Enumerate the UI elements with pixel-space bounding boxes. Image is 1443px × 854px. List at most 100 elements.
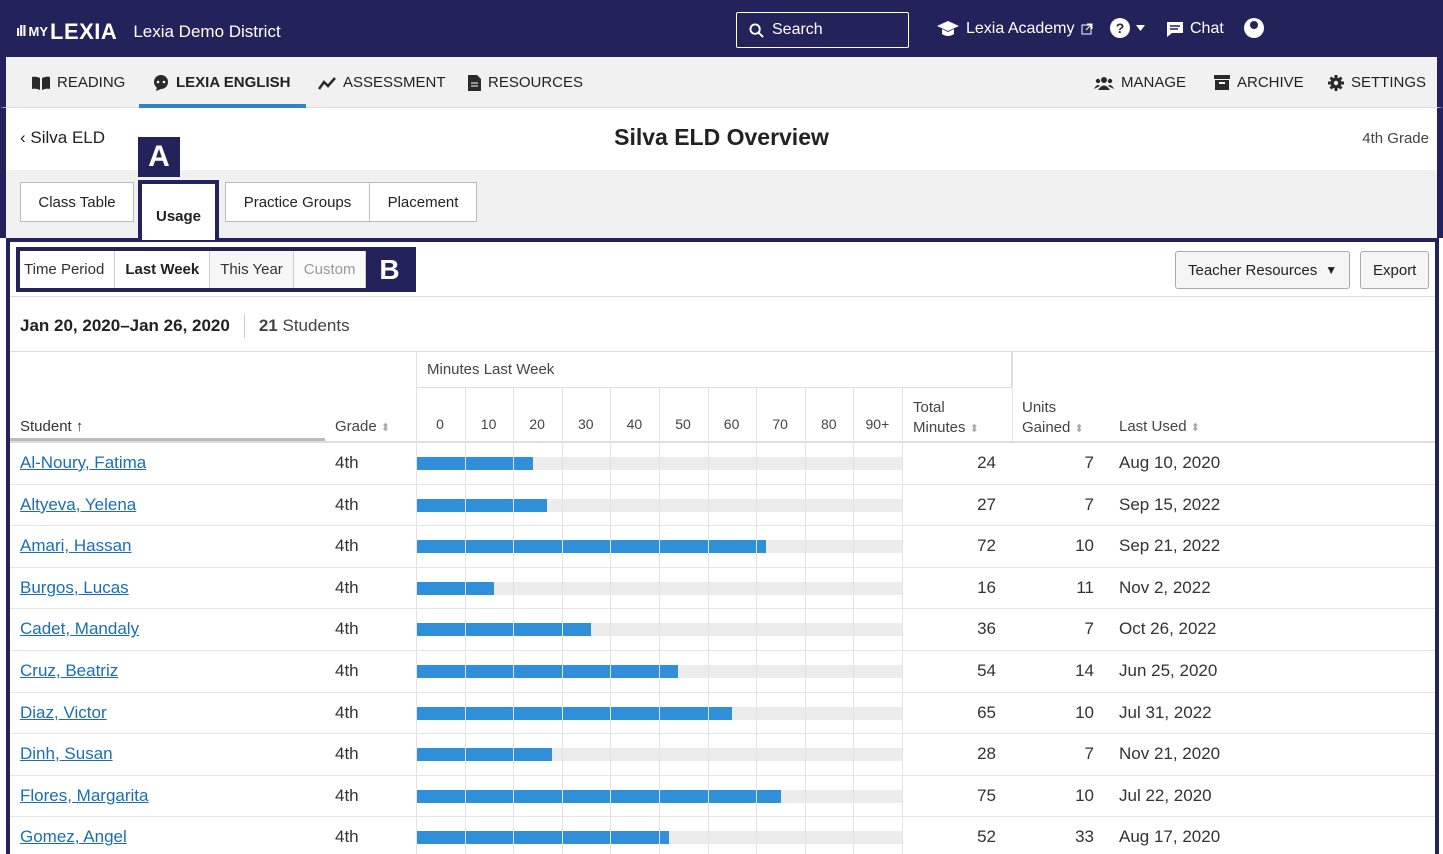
period-this-year[interactable]: This Year [210,251,294,288]
table-row: Diaz, Victor 4th 65 10 Jul 31, 2022 [10,693,1435,735]
minutes-tick-label: 10 [480,416,497,432]
help-menu[interactable]: ? [1110,18,1145,38]
table-row: Gomez, Angel 4th 52 33 Aug 17, 2020 [10,817,1435,854]
student-grade: 4th [335,536,359,556]
minutes-bar [416,457,533,470]
col-total-minutes-header[interactable]: Total Minutes ⬍ [913,398,979,439]
table-row: Amari, Hassan 4th 72 10 Sep 21, 2022 [10,526,1435,568]
teacher-resources-dropdown[interactable]: Teacher Resources ▼ [1175,251,1351,289]
tab-bar: Class Table Usage Practice Groups Placem… [0,170,1443,240]
student-name-link[interactable]: Amari, Hassan [20,536,131,556]
lexia-academy-link[interactable]: Lexia Academy [936,20,1093,38]
chat-button[interactable]: Chat [1166,20,1224,38]
nav-assessment[interactable]: ASSESSMENT [318,57,446,108]
nav-lexia-english[interactable]: LEXIA ENGLISH [138,57,307,108]
nav-lexia-english-label: LEXIA ENGLISH [176,74,291,91]
nav-manage[interactable]: MANAGE [1094,57,1186,108]
archive-box-icon [1214,75,1230,90]
student-name-link[interactable]: Cruz, Beatriz [20,661,118,681]
graduation-cap-icon [937,21,959,36]
student-name-link[interactable]: Al-Noury, Fatima [20,453,146,473]
student-grade: 4th [335,744,359,764]
period-last-week[interactable]: Last Week [115,251,211,288]
help-icon: ? [1110,18,1130,38]
minutes-tick-label: 60 [723,416,740,432]
speech-bubble-icon [154,74,168,91]
last-used-date: Jul 31, 2022 [1119,702,1212,722]
total-minutes: 16 [977,577,996,597]
page-title: Silva ELD Overview [614,124,829,150]
tab-class-table[interactable]: Class Table [20,182,134,222]
student-name-link[interactable]: Dinh, Susan [20,744,113,764]
minutes-bar [416,581,494,595]
page-header: ‹ Silva ELD Silva ELD Overview 4th Grade [0,108,1443,170]
caret-down-icon: ▼ [1325,263,1338,277]
table-row: Burgos, Lucas 4th 16 11 Nov 2, 2022 [10,568,1435,610]
minutes-gridline [659,388,660,854]
student-name-link[interactable]: Altyeva, Yelena [20,495,136,515]
search-button[interactable]: Search [736,12,909,48]
minutes-bar [416,498,548,512]
last-used-date: Oct 26, 2022 [1119,619,1217,639]
last-used-date: Aug 17, 2020 [1119,827,1221,847]
minutes-group-header: Minutes Last Week [416,352,1012,388]
col-last-used-header[interactable]: Last Used ⬍ [1119,418,1200,435]
col-grade-header[interactable]: Grade ⬍ [335,418,390,435]
export-button[interactable]: Export [1360,251,1430,289]
nav-settings[interactable]: SETTINGS [1328,57,1426,108]
minutes-tick-label: 20 [529,416,545,432]
minutes-gridline [756,388,758,854]
chat-icon [1167,21,1183,37]
user-avatar-icon[interactable] [1244,18,1264,38]
tab-usage[interactable]: Usage [138,180,219,240]
last-used-date: Sep 15, 2022 [1119,494,1221,514]
nav-archive[interactable]: ARCHIVE [1214,57,1304,108]
mylexia-logo[interactable]: ıll MY LEXIA [16,19,117,45]
table-row: Cruz, Beatriz 4th 54 14 Jun 25, 2020 [10,651,1435,693]
minutes-gridline [853,388,855,854]
minutes-tick-label: 70 [772,416,788,432]
nav-reading[interactable]: READING [32,57,125,108]
student-grade: 4th [335,577,359,597]
date-range: Jan 20, 2020–Jan 26, 2020 [20,316,230,335]
total-minutes: 36 [977,619,996,639]
student-name-link[interactable]: Burgos, Lucas [20,578,129,598]
student-name-link[interactable]: Flores, Margarita [20,786,148,806]
panel-toolbar: Time Period Last Week This Year Custom B… [10,242,1435,297]
student-name-link[interactable]: Diaz, Victor [20,703,107,723]
minutes-gridline [902,388,903,854]
student-name-link[interactable]: Gomez, Angel [20,827,127,847]
table-row: Altyeva, Yelena 4th 27 7 Sep 15, 2022 [10,485,1435,527]
nav-resources[interactable]: RESOURCES [468,57,583,108]
tab-placement[interactable]: Placement [369,182,477,222]
users-icon [1094,76,1114,90]
minutes-bar [416,623,591,637]
time-period-label: Time Period [20,251,116,288]
student-grade: 4th [335,785,359,805]
col-student-header[interactable]: Student ↑ [20,418,83,435]
minutes-group-label: Minutes Last Week [427,361,555,378]
last-used-date: Jul 22, 2020 [1119,785,1212,805]
teacher-resources-label: Teacher Resources [1188,261,1318,279]
logo-my: MY [28,24,49,39]
minutes-bar [416,831,669,845]
col-units-line2: Gained [1022,419,1071,436]
arrow-up-icon: ↑ [75,418,84,435]
units-gained: 7 [1084,494,1094,514]
caret-down-icon [1136,25,1145,31]
period-custom[interactable]: Custom [293,251,367,288]
units-gained: 7 [1084,453,1094,472]
minutes-gridline [610,388,612,854]
gear-icon [1328,74,1344,91]
nav-assessment-label: ASSESSMENT [343,74,446,91]
grade-label: 4th Grade [1362,130,1429,147]
tab-practice-groups[interactable]: Practice Groups [225,182,370,222]
student-name-link[interactable]: Cadet, Mandaly [20,619,139,639]
col-units-gained-header[interactable]: Units Gained ⬍ [1022,398,1084,439]
summary-bar: Jan 20, 2020–Jan 26, 2020 21 Students [20,314,350,338]
nav-archive-label: ARCHIVE [1237,74,1304,91]
units-gained: 10 [1075,785,1094,805]
minutes-tick-label: 50 [675,416,691,432]
sort-icon: ⬍ [969,423,979,435]
summary-divider [243,314,245,338]
